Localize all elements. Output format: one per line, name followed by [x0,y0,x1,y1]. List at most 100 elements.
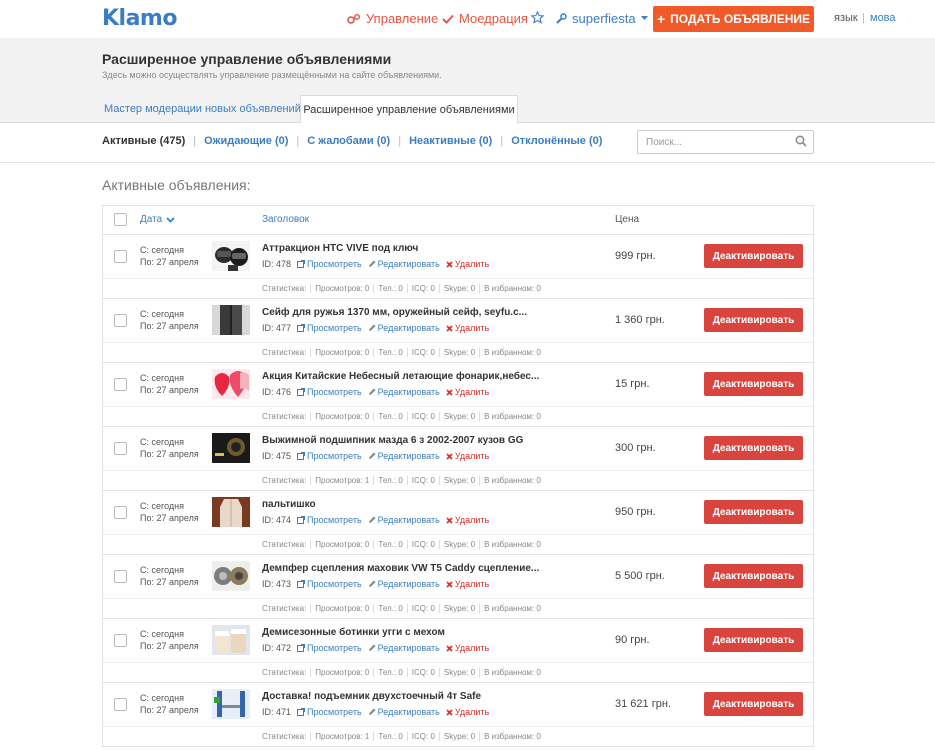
deactivate-button[interactable]: Деактивировать [704,372,803,396]
row-id: ID: 476 [262,387,292,397]
row-date-from: С: сегодня [140,629,184,639]
lang-russian: язык [834,12,858,24]
delete-link[interactable]: Удалить [446,643,489,653]
edit-link[interactable]: Редактировать [368,259,440,269]
view-link[interactable]: Просмотреть [297,643,362,653]
stat-item: Просмотров: 0 [310,411,373,421]
item-thumbnail-image[interactable] [212,561,250,591]
item-thumbnail-image[interactable] [212,497,250,527]
edit-link[interactable]: Редактировать [368,707,440,717]
view-link[interactable]: Просмотреть [297,387,362,397]
view-link[interactable]: Просмотреть [297,323,362,333]
deactivate-button[interactable]: Деактивировать [704,692,803,716]
nav-manage-link[interactable]: Управление [347,11,438,26]
row-title[interactable]: Доставка! подъемник двухстоечный 4т Safe [262,691,481,702]
row-checkbox[interactable] [114,378,127,391]
edit-link[interactable]: Редактировать [368,387,440,397]
item-thumbnail-image[interactable] [212,241,250,271]
edit-link[interactable]: Редактировать [368,579,440,589]
deactivate-button[interactable]: Деактивировать [704,244,803,268]
item-thumbnail-image[interactable] [212,433,250,463]
edit-link[interactable]: Редактировать [368,515,440,525]
post-ad-button[interactable]: + ПОДАТЬ ОБЪЯВЛЕНИЕ [653,6,814,32]
site-logo[interactable]: Klamo [102,6,177,31]
filter-inactive[interactable]: Неактивные (0) [409,135,492,147]
row-checkbox[interactable] [114,250,127,263]
pencil-icon [368,452,376,459]
filter-complaints[interactable]: С жалобами (0) [307,135,390,147]
delete-link[interactable]: Удалить [446,515,489,525]
row-date-to: По: 27 апреля [140,385,199,395]
external-link-icon [297,644,306,652]
delete-label: Удалить [454,451,490,461]
row-title[interactable]: Сейф для ружья 1370 мм, оружейный сейф, … [262,307,527,318]
filter-pending[interactable]: Ожидающие (0) [204,135,288,147]
page-subtitle: Здесь можно осуществлять управление разм… [102,70,442,80]
edit-link[interactable]: Редактировать [368,643,440,653]
deactivate-button[interactable]: Деактивировать [704,500,803,524]
delete-link[interactable]: Удалить [446,451,489,461]
row-title[interactable]: Акция Китайские Небесный летающие фонари… [262,371,539,382]
edit-link[interactable]: Редактировать [368,451,440,461]
row-stats: Статистика: Просмотров: 0 Тел.: 0 ICQ: 0 Sky… [262,666,545,678]
stat-item: Просмотров: 0 [310,347,373,357]
select-all-checkbox[interactable] [114,213,127,226]
view-link[interactable]: Просмотреть [297,515,362,525]
filter-active[interactable]: Активные (475) [102,135,185,147]
row-stats: Статистика: Просмотров: 0 Тел.: 0 ICQ: 0 Sky… [262,410,545,422]
row-checkbox[interactable] [114,314,127,327]
stat-item: ICQ: 0 [406,283,439,293]
sort-by-date[interactable]: Дата [140,214,175,225]
view-link[interactable]: Просмотреть [297,259,362,269]
row-title[interactable]: пальтишко [262,499,316,510]
delete-link[interactable]: Удалить [446,387,489,397]
item-thumbnail-image[interactable] [212,689,250,719]
edit-link[interactable]: Редактировать [368,323,440,333]
row-title[interactable]: Демисезонные ботинки угги с мехом [262,627,445,638]
search-input[interactable] [646,135,786,149]
deactivate-button[interactable]: Деактивировать [704,628,803,652]
row-checkbox[interactable] [114,698,127,711]
row-checkbox[interactable] [114,506,127,519]
item-thumbnail-image[interactable] [212,625,250,655]
tab-advanced-management[interactable]: Расширенное управление объявлениями [300,95,518,124]
row-checkbox[interactable] [114,570,127,583]
view-label: Просмотреть [307,259,362,269]
deactivate-button[interactable]: Деактивировать [704,308,803,332]
delete-link[interactable]: Удалить [446,259,489,269]
row-date-to: По: 27 апреля [140,705,199,715]
row-date-from: С: сегодня [140,245,184,255]
delete-link[interactable]: Удалить [446,707,489,717]
row-checkbox[interactable] [114,634,127,647]
search-icon[interactable] [795,135,807,147]
row-title[interactable]: Демпфер сцепления маховик VW T5 Caddy сц… [262,563,539,574]
filter-separator: | [193,135,197,147]
view-label: Просмотреть [307,643,362,653]
user-menu-dropdown[interactable]: superfiesta [555,11,648,26]
item-thumbnail-image[interactable] [212,369,250,399]
row-checkbox[interactable] [114,442,127,455]
nav-moderation-link[interactable]: Моедрация [442,11,528,26]
deactivate-button[interactable]: Деактивировать [704,436,803,460]
tab-moderation-wizard[interactable]: Мастер модерации новых объявлений [103,95,302,123]
username-label: superfiesta [572,11,636,26]
sort-by-title[interactable]: Заголовок [262,214,309,225]
view-link[interactable]: Просмотреть [297,579,362,589]
row-title[interactable]: Выжимной подшипник мазда 6 з 2002-2007 к… [262,435,523,446]
favorites-star-button[interactable] [531,11,544,24]
close-icon [446,260,453,268]
row-title[interactable]: Аттракцион HTC VIVE под ключ [262,243,418,254]
delete-link[interactable]: Удалить [446,579,489,589]
deactivate-button[interactable]: Деактивировать [704,564,803,588]
row-price: 1 360 грн. [615,314,665,326]
stat-item: ICQ: 0 [406,475,439,485]
row-stats: Статистика: Просмотров: 1 Тел.: 0 ICQ: 0 Sky… [262,730,545,742]
item-thumbnail-image[interactable] [212,305,250,335]
lang-ukrainian-link[interactable]: мова [870,12,896,24]
row-date-from: С: сегодня [140,373,184,383]
column-date-label: Дата [140,214,163,225]
view-link[interactable]: Просмотреть [297,707,362,717]
delete-link[interactable]: Удалить [446,323,489,333]
view-link[interactable]: Просмотреть [297,451,362,461]
filter-rejected[interactable]: Отклонённые (0) [511,135,602,147]
